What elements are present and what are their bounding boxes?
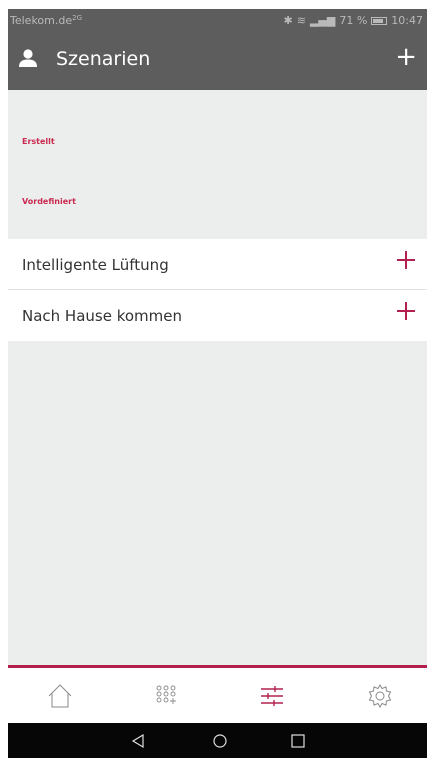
add-scenario-plus-icon[interactable] xyxy=(395,249,417,271)
bluetooth-icon: ✱ xyxy=(283,14,293,27)
scenario-label: Intelligente Lüftung xyxy=(22,256,169,274)
home-circle-icon[interactable] xyxy=(210,731,230,751)
add-scenario-plus-icon[interactable] xyxy=(395,300,417,322)
recents-square-icon[interactable] xyxy=(288,731,308,751)
app-bar: Szenarien + xyxy=(8,33,427,90)
carrier-label: Telekom.de2G xyxy=(10,14,83,27)
wifi-icon: ≋ xyxy=(296,14,306,27)
settings-gear-icon[interactable] xyxy=(366,682,394,710)
home-icon[interactable] xyxy=(46,682,74,710)
section-label-created: Erstellt xyxy=(22,137,55,146)
scenarios-sliders-icon[interactable] xyxy=(258,682,286,710)
devices-grid-icon[interactable] xyxy=(152,682,180,710)
status-icons: ✱ ≋ ▂▄▆ 71 % 10:47 xyxy=(284,14,423,27)
bottom-tab-bar xyxy=(8,665,427,723)
page-title: Szenarien xyxy=(56,48,151,70)
clock: 10:47 xyxy=(391,14,423,27)
add-scenario-button[interactable]: + xyxy=(395,44,417,70)
predefined-scenario-list: Intelligente Lüftung Nach Hause kommen xyxy=(8,239,427,341)
list-item[interactable]: Nach Hause kommen xyxy=(8,290,427,341)
list-item[interactable]: Intelligente Lüftung xyxy=(8,239,427,290)
back-triangle-icon[interactable] xyxy=(128,731,148,751)
user-icon[interactable] xyxy=(18,48,38,68)
battery-percent: 71 % xyxy=(339,14,368,27)
system-navigation-bar xyxy=(8,723,427,758)
section-label-predefined: Vordefiniert xyxy=(22,197,76,206)
signal-icon: ▂▄▆ xyxy=(309,14,336,27)
scenario-label: Nach Hause kommen xyxy=(22,307,183,325)
status-bar: Telekom.de2G ✱ ≋ ▂▄▆ 71 % 10:47 xyxy=(8,9,427,33)
battery-icon xyxy=(371,16,388,25)
screen: Telekom.de2G ✱ ≋ ▂▄▆ 71 % 10:47 Szenarie… xyxy=(8,9,427,758)
